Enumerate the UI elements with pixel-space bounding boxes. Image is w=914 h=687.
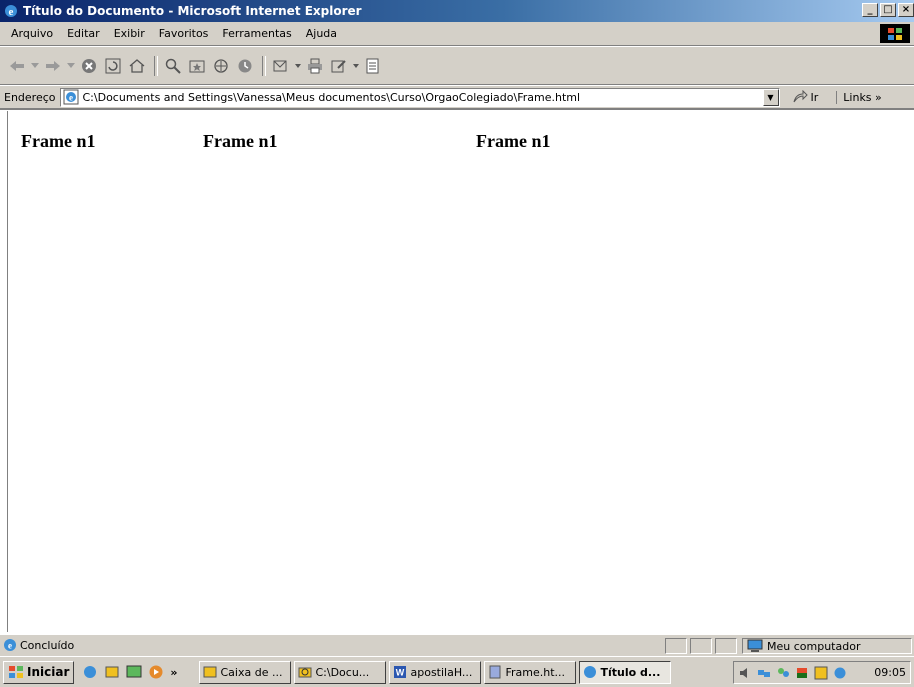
menu-exibir[interactable]: Exibir xyxy=(107,25,152,42)
task-button[interactable]: Caixa de ... xyxy=(199,660,292,684)
task-button-active[interactable]: Título d... xyxy=(579,660,672,684)
close-button[interactable]: × xyxy=(898,3,914,17)
status-bar: e Concluído Meu computador xyxy=(0,634,914,656)
ie-icon: e xyxy=(3,3,19,19)
media-player-quicklaunch-icon[interactable] xyxy=(148,664,164,680)
maximize-button[interactable]: □ xyxy=(880,3,896,17)
frame-heading-1: Frame n1 xyxy=(21,131,96,151)
task-label: C:\Docu... xyxy=(315,665,370,679)
address-bar: Endereço e C:\Documents and Settings\Van… xyxy=(0,86,914,110)
task-label: Caixa de ... xyxy=(220,665,283,679)
taskbar: Iniciar » Caixa de ... C:\Docu... W apos… xyxy=(0,656,914,687)
address-value: C:\Documents and Settings\Vanessa\Meus d… xyxy=(82,90,581,104)
ie-quicklaunch-icon[interactable] xyxy=(82,664,98,680)
outlook-quicklaunch-icon[interactable] xyxy=(104,664,120,680)
address-label: Endereço xyxy=(4,90,56,104)
task-label: Frame.ht... xyxy=(505,665,566,679)
menu-ajuda[interactable]: Ajuda xyxy=(299,25,344,42)
edit-icon[interactable] xyxy=(328,55,350,77)
start-label: Iniciar xyxy=(27,665,70,679)
status-text: Concluído xyxy=(20,639,75,652)
outlook-icon xyxy=(203,665,217,679)
mail-dropdown-icon[interactable] xyxy=(294,55,302,77)
toolbar-separator xyxy=(262,55,266,76)
menu-ferramentas[interactable]: Ferramentas xyxy=(215,25,298,42)
task-button[interactable]: Frame.ht... xyxy=(484,660,577,684)
history-icon[interactable] xyxy=(234,55,256,77)
svg-text:e: e xyxy=(69,93,73,103)
quick-launch: » xyxy=(82,664,183,680)
title-bar: e Título do Documento - Microsoft Intern… xyxy=(0,0,914,22)
print-icon[interactable] xyxy=(304,55,326,77)
clock[interactable]: 09:05 xyxy=(874,666,906,679)
menu-bar: Arquivo Editar Exibir Favoritos Ferramen… xyxy=(0,22,914,46)
desktop-quicklaunch-icon[interactable] xyxy=(126,664,142,680)
status-panel xyxy=(690,638,712,654)
frame-heading-3: Frame n1 xyxy=(476,131,551,151)
refresh-icon[interactable] xyxy=(102,55,124,77)
status-panel xyxy=(715,638,737,654)
go-label: Ir xyxy=(810,90,819,104)
users-icon[interactable] xyxy=(776,666,790,680)
standard-toolbar xyxy=(0,47,914,85)
computer-icon xyxy=(747,639,763,653)
notepad-icon xyxy=(488,665,502,679)
page-icon: e xyxy=(63,89,79,105)
task-button[interactable]: C:\Docu... xyxy=(294,660,387,684)
task-button[interactable]: W apostilaH... xyxy=(389,660,482,684)
menu-editar[interactable]: Editar xyxy=(60,25,107,42)
mail-icon[interactable] xyxy=(270,55,292,77)
back-icon[interactable] xyxy=(6,55,28,77)
go-arrow-icon xyxy=(792,90,808,104)
media-icon[interactable] xyxy=(210,55,232,77)
task-label: Título d... xyxy=(600,665,661,679)
stop-icon[interactable] xyxy=(78,55,100,77)
discuss-icon[interactable] xyxy=(362,55,384,77)
svg-text:e: e xyxy=(9,6,14,18)
menu-arquivo[interactable]: Arquivo xyxy=(4,25,60,42)
svg-text:W: W xyxy=(396,668,405,678)
task-label: apostilaH... xyxy=(410,665,473,679)
links-toolbar[interactable]: Links » xyxy=(836,90,882,104)
tray-app2-icon[interactable] xyxy=(833,666,847,680)
address-input[interactable]: e C:\Documents and Settings\Vanessa\Meus… xyxy=(59,87,780,107)
search-icon[interactable] xyxy=(162,55,184,77)
start-button[interactable]: Iniciar xyxy=(3,660,75,684)
favorites-icon[interactable] xyxy=(186,55,208,77)
tray-app-icon[interactable] xyxy=(814,666,828,680)
edit-dropdown-icon[interactable] xyxy=(352,55,360,77)
windows-logo-icon xyxy=(880,24,910,43)
go-button[interactable]: Ir xyxy=(792,90,819,104)
security-zone-panel: Meu computador xyxy=(742,638,912,654)
ie-task-icon xyxy=(583,665,597,679)
network-icon[interactable] xyxy=(757,666,771,680)
minimize-button[interactable]: _ xyxy=(862,3,878,17)
volume-icon[interactable] xyxy=(738,666,752,680)
address-dropdown-icon[interactable]: ▼ xyxy=(762,88,779,106)
word-icon: W xyxy=(393,665,407,679)
home-icon[interactable] xyxy=(126,55,148,77)
window-title: Título do Documento - Microsoft Internet… xyxy=(23,4,362,18)
forward-icon[interactable] xyxy=(42,55,64,77)
antivirus-icon[interactable] xyxy=(795,666,809,680)
menu-favoritos[interactable]: Favoritos xyxy=(152,25,216,42)
windows-flag-icon xyxy=(8,665,24,679)
zone-label: Meu computador xyxy=(767,639,861,653)
folder-search-icon xyxy=(298,665,312,679)
frame-heading-2: Frame n1 xyxy=(203,131,278,151)
status-panel xyxy=(665,638,687,654)
back-dropdown-icon[interactable] xyxy=(30,55,40,77)
system-tray: 09:05 xyxy=(733,661,911,684)
forward-dropdown-icon[interactable] xyxy=(66,55,76,77)
page-content: Frame n1 Frame n1 Frame n1 xyxy=(7,111,914,632)
quicklaunch-chevron[interactable]: » xyxy=(170,666,177,679)
toolbar-separator xyxy=(154,55,158,76)
